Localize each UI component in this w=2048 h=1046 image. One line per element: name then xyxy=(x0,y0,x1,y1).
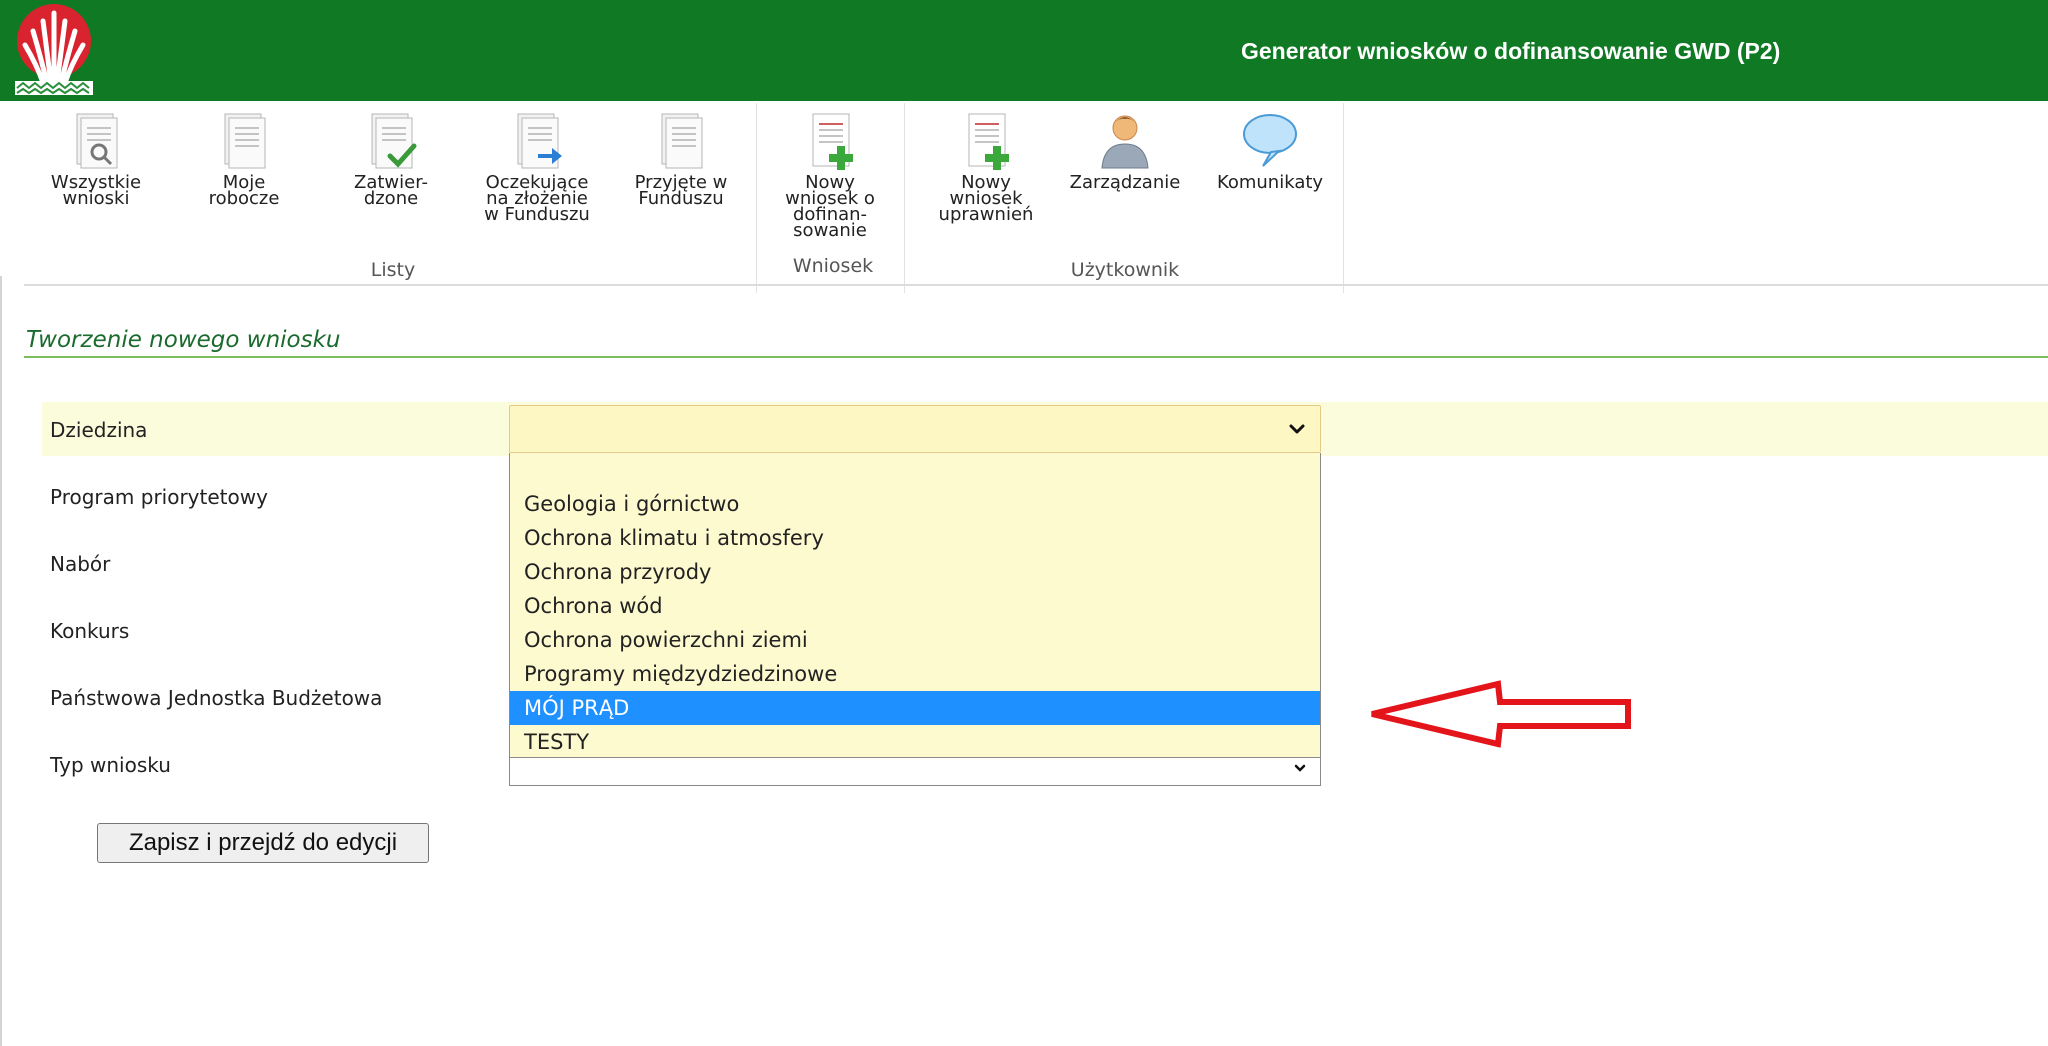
domain-option-climate[interactable]: Ochrona klimatu i atmosfery xyxy=(510,521,1320,555)
approved-button[interactable]: Zatwier- dzone xyxy=(336,110,446,250)
domain-option-empty[interactable] xyxy=(510,453,1320,487)
pending-submit-label: Oczekujące na złożenie w Funduszu xyxy=(484,172,590,225)
new-funding-request-button[interactable]: Nowy wniosek o dofinan- sowanie xyxy=(775,110,885,250)
ribbon-separator xyxy=(904,103,905,293)
contest-label: Konkurs xyxy=(50,619,130,643)
all-requests-button[interactable]: Wszystkie wnioski xyxy=(41,110,151,250)
section-divider xyxy=(24,356,2048,358)
domain-option-water[interactable]: Ochrona wód xyxy=(510,589,1320,623)
messages-label: Komunikaty xyxy=(1216,172,1324,193)
app-title: Generator wniosków o dofinansowanie GWD … xyxy=(1241,38,1781,64)
group-label-lists: Listy xyxy=(370,259,416,281)
pending-submit-icon xyxy=(517,113,562,169)
new-permission-request-button[interactable]: Nowy wniosek uprawnień xyxy=(931,110,1041,250)
domain-option-interdisciplinary[interactable]: Programy międzydziedzinowe xyxy=(510,657,1320,691)
domain-option-land-surface[interactable]: Ochrona powierzchni ziemi xyxy=(510,623,1320,657)
page-title: Tworzenie nowego wniosku xyxy=(26,327,341,353)
app-header: Generator wniosków o dofinansowanie GWD … xyxy=(0,0,2048,101)
domain-option-testy[interactable]: TESTY xyxy=(510,725,1320,759)
approved-label: Zatwier- dzone xyxy=(354,172,428,209)
priority-program-label: Program priorytetowy xyxy=(50,485,268,509)
accepted-icon xyxy=(661,113,703,169)
request-type-label: Typ wniosku xyxy=(50,753,171,777)
ribbon-separator xyxy=(756,103,757,293)
domain-dropdown-list: Geologia i górnictwo Ochrona klimatu i a… xyxy=(509,453,1321,758)
all-requests-label: Wszystkie wnioski xyxy=(50,172,142,209)
management-label: Zarządzanie xyxy=(1069,172,1181,193)
accepted-in-fund-button[interactable]: Przyjęte w Funduszu xyxy=(626,110,736,250)
my-drafts-label: Moje robocze xyxy=(208,172,280,209)
domain-label: Dziedzina xyxy=(50,418,148,442)
messages-button[interactable]: Komunikaty xyxy=(1200,110,1340,250)
group-label-user: Użytkownik xyxy=(1070,259,1180,281)
all-requests-icon xyxy=(76,113,118,169)
save-and-edit-button[interactable]: Zapisz i przejdź do edycji xyxy=(97,823,429,863)
speech-bubble-icon xyxy=(1243,114,1297,167)
domain-option-geology[interactable]: Geologia i górnictwo xyxy=(510,487,1320,521)
management-button[interactable]: Zarządzanie xyxy=(1055,110,1195,250)
accepted-in-fund-label: Przyjęte w Funduszu xyxy=(634,172,728,209)
new-funding-request-label: Nowy wniosek o dofinan- sowanie xyxy=(785,172,875,241)
domain-option-nature[interactable]: Ochrona przyrody xyxy=(510,555,1320,589)
budget-unit-label: Państwowa Jednostka Budżetowa xyxy=(50,686,383,710)
left-border xyxy=(0,276,2,1046)
chevron-down-icon xyxy=(1289,424,1305,434)
recruitment-label: Nabór xyxy=(50,552,111,576)
red-arrow-annotation-icon xyxy=(1371,680,1631,748)
approved-icon xyxy=(371,113,417,169)
group-label-request: Wniosek xyxy=(792,255,874,277)
domain-select[interactable] xyxy=(509,405,1321,453)
drafts-icon xyxy=(224,113,266,169)
pending-submit-button[interactable]: Oczekujące na złożenie w Funduszu xyxy=(482,110,592,250)
ribbon-divider xyxy=(24,284,2048,286)
new-request-icon xyxy=(812,113,853,170)
user-icon xyxy=(1101,115,1149,169)
domain-option-moj-prad[interactable]: MÓJ PRĄD xyxy=(510,691,1320,725)
chevron-down-icon xyxy=(1294,764,1306,772)
request-type-select[interactable] xyxy=(509,758,1321,786)
ribbon-separator xyxy=(1343,103,1344,293)
new-permission-request-label: Nowy wniosek uprawnień xyxy=(938,172,1034,225)
new-permission-request-icon xyxy=(968,113,1009,170)
nfosigw-logo-icon xyxy=(15,4,93,95)
my-drafts-button[interactable]: Moje robocze xyxy=(189,110,299,250)
